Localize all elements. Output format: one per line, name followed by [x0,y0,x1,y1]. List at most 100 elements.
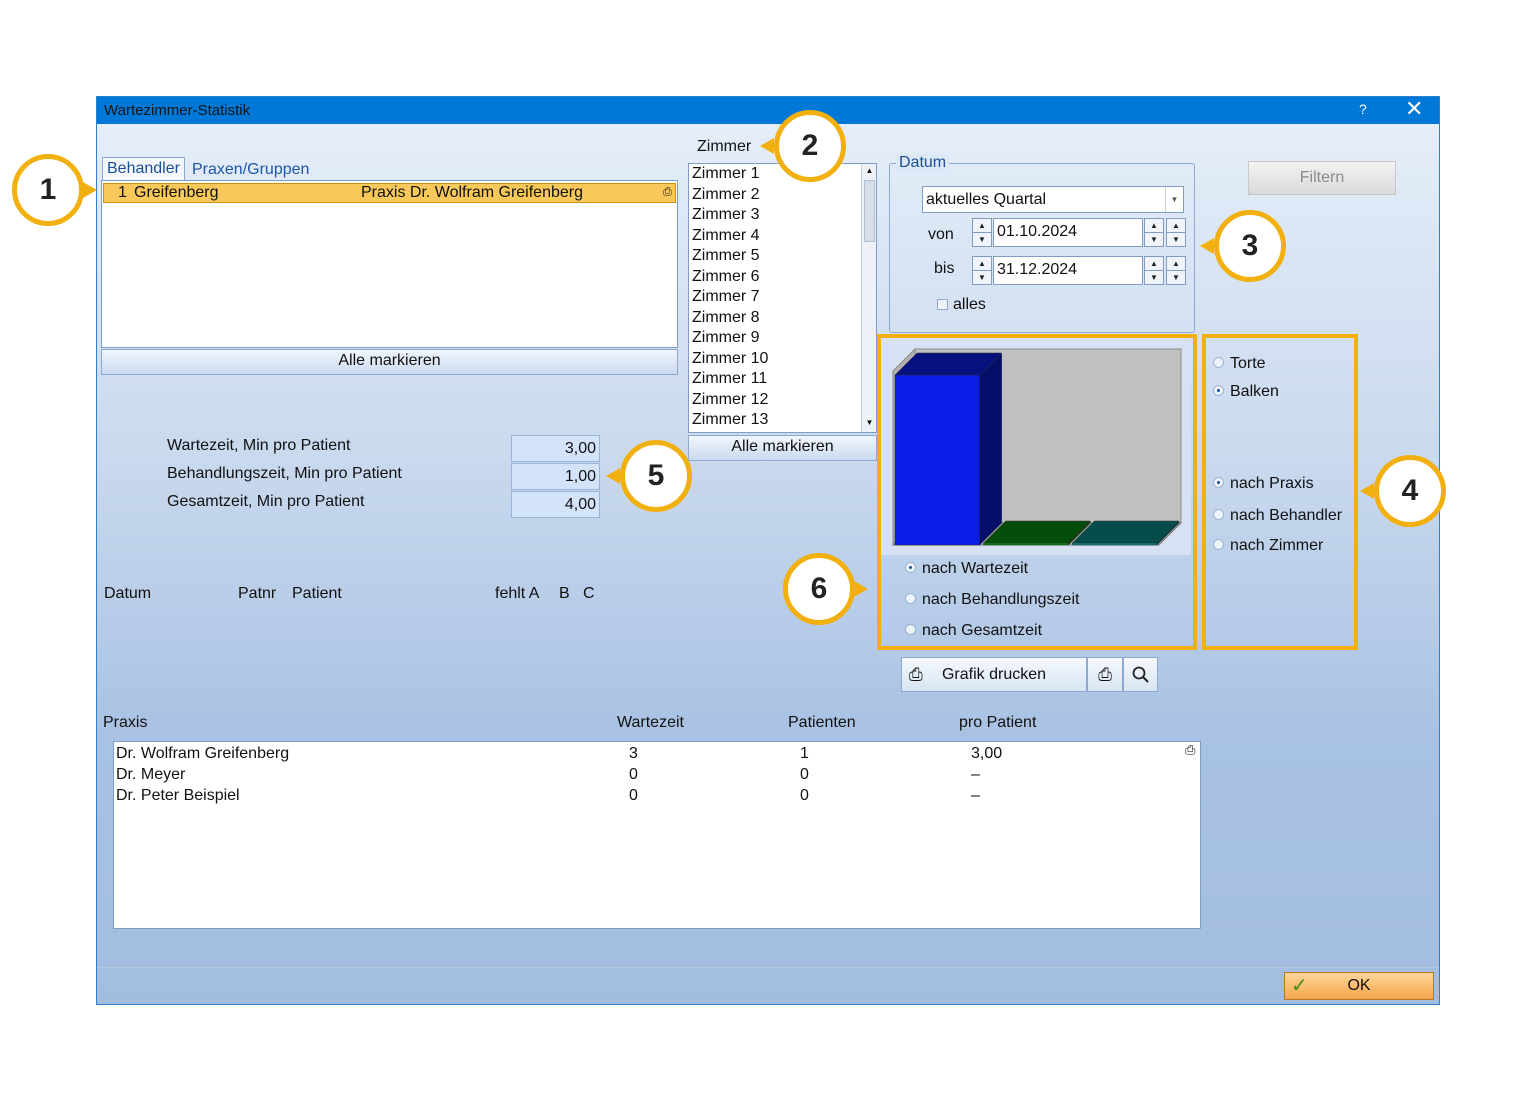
grafik-drucken-label: Grafik drucken [941,666,1047,683]
radio-label: nach Behandler [1230,507,1343,524]
callout-3: 3 [1214,210,1286,282]
table-row[interactable]: Dr. Peter Beispiel 0 0 – [114,787,1194,808]
zimmer-item[interactable]: Zimmer 9 [689,328,859,349]
zimmer-item[interactable]: Zimmer 3 [689,205,859,226]
callout-1-pointer [83,182,97,198]
zimmer-item[interactable]: Zimmer 8 [689,308,859,329]
col-header-patnr: Patnr [238,585,277,602]
bis-spin-right[interactable]: ▲ ▼ [1144,256,1164,285]
zimmer-item[interactable]: Zimmer 11 [689,369,859,390]
col-header-b: B [559,585,570,602]
behandler-list[interactable]: 1 Greifenberg Praxis Dr. Wolfram Greifen… [101,180,678,348]
zimmer-item[interactable]: Zimmer 2 [689,185,859,206]
zimmer-item[interactable]: Zimmer 5 [689,246,859,267]
radio-dot[interactable] [905,624,916,636]
printer-icon[interactable]: ⎙ [1185,742,1195,758]
ok-button[interactable]: ✓ OK [1284,972,1434,1000]
radio-nach-behandler[interactable]: nach Behandler [1213,507,1342,525]
stat-value-behandlungszeit: 1,00 [511,463,600,490]
magnifier-icon [1132,666,1149,683]
scroll-thumb[interactable] [864,180,875,242]
ok-label: OK [1347,977,1371,994]
cell-patienten: 0 [800,787,809,804]
behandler-mark-all-button[interactable]: Alle markieren [101,349,678,375]
callout-4-pointer [1360,483,1374,499]
col-header-datum: Datum [104,585,152,602]
bis-spin-right-2[interactable]: ▲ ▼ [1166,256,1186,285]
von-date-input[interactable]: 01.10.2024 [993,218,1143,247]
check-icon: ✓ [1291,975,1308,997]
cell-pro-patient: – [971,766,980,783]
radio-torte[interactable]: Torte [1213,355,1266,373]
zimmer-item[interactable]: Zimmer 12 [689,390,859,411]
zimmer-item[interactable]: Zimmer 4 [689,226,859,247]
callout-1: 1 [12,154,84,226]
radio-label: nach Wartezeit [922,560,1029,577]
table-row[interactable]: Dr. Meyer 0 0 – [114,766,1194,787]
zimmer-mark-all-button[interactable]: Alle markieren [688,435,877,461]
datum-group-label: Datum [896,154,950,172]
cell-patienten: 1 [800,745,809,762]
grafik-drucken-button[interactable]: ⎙ Grafik drucken [901,657,1087,692]
cell-pro-patient: – [971,787,980,804]
stat-label-gesamtzeit: Gesamtzeit, Min pro Patient [167,493,365,510]
stat-value-gesamtzeit: 4,00 [511,491,600,518]
col-header-pro-patient: pro Patient [959,714,1037,731]
printer-icon: ⎙ [909,665,923,684]
radio-dot[interactable] [1213,357,1224,369]
zimmer-scrollbar[interactable]: ▲ ▼ [861,164,876,432]
tab-behandler[interactable]: Behandler [102,157,185,180]
zimmer-list[interactable]: Zimmer 1 Zimmer 2 Zimmer 3 Zimmer 4 Zimmer 5… [688,163,877,433]
zimmer-item[interactable]: Zimmer 6 [689,267,859,288]
cell-wartezeit: 0 [629,787,638,804]
callout-5: 5 [620,440,692,512]
alles-checkbox[interactable] [937,299,948,310]
zimmer-item[interactable]: Zimmer 10 [689,349,859,370]
radio-dot[interactable] [1213,385,1224,397]
list-item[interactable]: 1 Greifenberg Praxis Dr. Wolfram Greifen… [103,183,676,203]
zimmer-item[interactable]: Zimmer 7 [689,287,859,308]
col-header-patienten: Patienten [788,714,856,731]
von-spin-left[interactable]: ▲ ▼ [972,218,992,247]
col-header-fehlt-a: fehlt A [495,585,540,602]
bis-label: bis [934,260,955,277]
radio-dot[interactable] [905,593,916,605]
radio-dot[interactable] [1213,477,1224,489]
printer-icon[interactable]: ⎙ [663,183,672,201]
callout-6: 6 [783,553,855,625]
help-button[interactable]: ? [1359,101,1367,117]
chevron-down-icon[interactable]: ▼ [1165,187,1183,212]
window-title: Wartezimmer-Statistik [104,102,251,119]
radio-nach-behandlungszeit[interactable]: nach Behandlungszeit [905,591,1079,609]
bis-date-input[interactable]: 31.12.2024 [993,256,1143,285]
radio-label: Balken [1230,383,1279,400]
von-spin-right[interactable]: ▲ ▼ [1144,218,1164,247]
radio-nach-gesamtzeit[interactable]: nach Gesamtzeit [905,622,1042,640]
print-setup-button[interactable]: ⎙ [1087,657,1123,692]
scroll-down-icon[interactable]: ▼ [862,416,876,430]
radio-dot[interactable] [1213,509,1224,521]
von-spin-right-2[interactable]: ▲ ▼ [1166,218,1186,247]
stat-value-wartezeit: 3,00 [511,435,600,462]
footer-divider [97,967,1439,968]
filter-button[interactable]: Filtern [1248,161,1396,195]
radio-dot[interactable] [1213,539,1224,551]
scroll-up-icon[interactable]: ▲ [862,164,876,178]
radio-label: nach Zimmer [1230,537,1324,554]
summary-table[interactable]: Dr. Wolfram Greifenberg 3 1 3,00 Dr. Meyer 0 0… [113,741,1201,929]
table-row[interactable]: Dr. Wolfram Greifenberg 3 1 3,00 [114,745,1194,766]
radio-balken[interactable]: Balken [1213,383,1279,401]
radio-dot[interactable] [905,562,916,574]
preview-button[interactable] [1123,657,1158,692]
callout-5-pointer [606,468,620,484]
radio-label: nach Praxis [1230,475,1314,492]
radio-nach-praxis[interactable]: nach Praxis [1213,475,1314,493]
zimmer-item[interactable]: Zimmer 13 [689,410,859,431]
radio-nach-wartezeit[interactable]: nach Wartezeit [905,560,1028,578]
radio-nach-zimmer[interactable]: nach Zimmer [1213,537,1323,555]
tab-praxen-gruppen[interactable]: Praxen/Gruppen [188,159,313,181]
bis-spin-left[interactable]: ▲ ▼ [972,256,992,285]
range-select[interactable]: aktuelles Quartal ▼ [922,186,1184,213]
callout-3-pointer [1200,238,1214,254]
close-button[interactable]: ✕ [1405,98,1423,120]
